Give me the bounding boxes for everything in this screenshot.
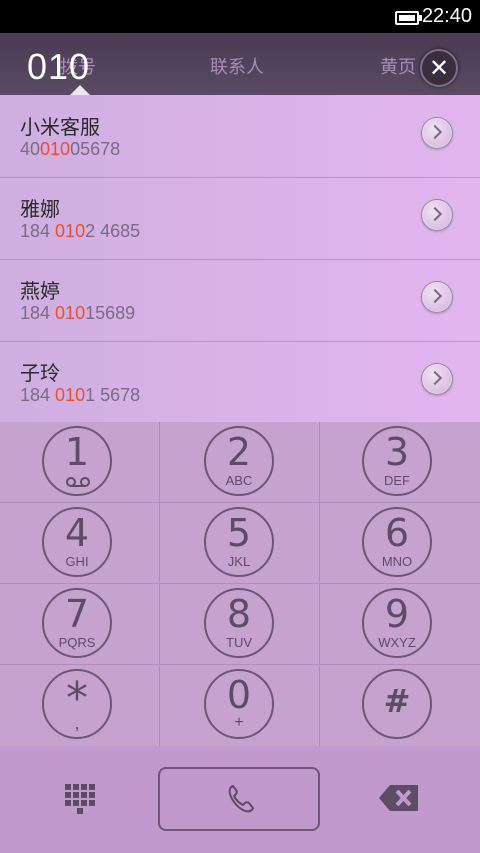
battery-icon [395,11,422,25]
key-4[interactable]: 4 GHI [0,503,160,584]
contact-name: 雅娜 [20,197,60,221]
contact-detail-button[interactable] [421,117,453,149]
status-bar: 22:40 [0,0,480,33]
list-item[interactable]: 子玲 184 0101 5678 [0,341,480,424]
key-0[interactable]: 0 + [160,665,320,746]
voicemail-icon [66,477,90,487]
contact-detail-button[interactable] [421,363,453,395]
contact-number: 184 01015689 [20,303,136,323]
contact-name: 子玲 [20,361,60,385]
contact-detail-button[interactable] [421,281,453,313]
contact-name: 燕婷 [20,279,60,303]
key-1[interactable]: 1 [0,422,160,503]
chevron-right-icon [427,288,443,304]
key-6[interactable]: 6 MNO [320,503,480,584]
contact-number: 4001005678 [20,139,121,159]
tab-yellow-pages[interactable]: 黄页 [380,53,416,79]
call-button[interactable] [158,767,320,831]
chevron-right-icon [427,206,443,222]
dial-keypad: 1 2 ABC 3 DEF 4 GHI 5 JKL 6 MNO 7 PQRS 8… [0,422,480,746]
list-item[interactable]: 雅娜 184 0102 4685 [0,177,480,260]
key-3[interactable]: 3 DEF [320,422,480,503]
list-item[interactable]: 小米客服 4001005678 [0,95,480,178]
key-9[interactable]: 9 WXYZ [320,584,480,665]
match-highlight: 010 [55,221,86,241]
backspace-button[interactable] [378,783,420,813]
keypad-grid-icon [62,782,96,816]
action-bar [0,746,480,853]
match-highlight: 010 [55,385,86,405]
backspace-icon [379,785,418,811]
keypad-toggle-button[interactable] [62,782,96,816]
search-results-list: 小米客服 4001005678 雅娜 184 0102 4685 燕婷 184 … [0,95,480,424]
key-2[interactable]: 2 ABC [160,422,320,503]
contact-name: 小米客服 [20,115,100,139]
list-item[interactable]: 燕婷 184 01015689 [0,259,480,342]
key-8[interactable]: 8 TUV [160,584,320,665]
contact-number: 184 0101 5678 [20,385,141,405]
dialer-header: 拨号 联系人 黄页 010 ✕ [0,33,480,95]
close-icon: ✕ [428,54,450,82]
phone-icon [228,785,254,813]
status-time: 22:40 [421,5,472,27]
tab-contacts[interactable]: 联系人 [210,53,264,79]
tab-indicator [70,85,90,95]
chevron-right-icon [427,370,443,386]
chevron-right-icon [427,124,443,140]
dialed-number: 010 [27,46,91,87]
contact-detail-button[interactable] [421,199,453,231]
match-highlight: 010 [55,303,86,323]
key-hash[interactable]: # [320,665,480,746]
match-highlight: 010 [40,139,71,159]
key-5[interactable]: 5 JKL [160,503,320,584]
key-7[interactable]: 7 PQRS [0,584,160,665]
contact-number: 184 0102 4685 [20,221,141,241]
clear-input-button[interactable]: ✕ [420,49,458,87]
key-star[interactable]: * , [0,665,160,746]
